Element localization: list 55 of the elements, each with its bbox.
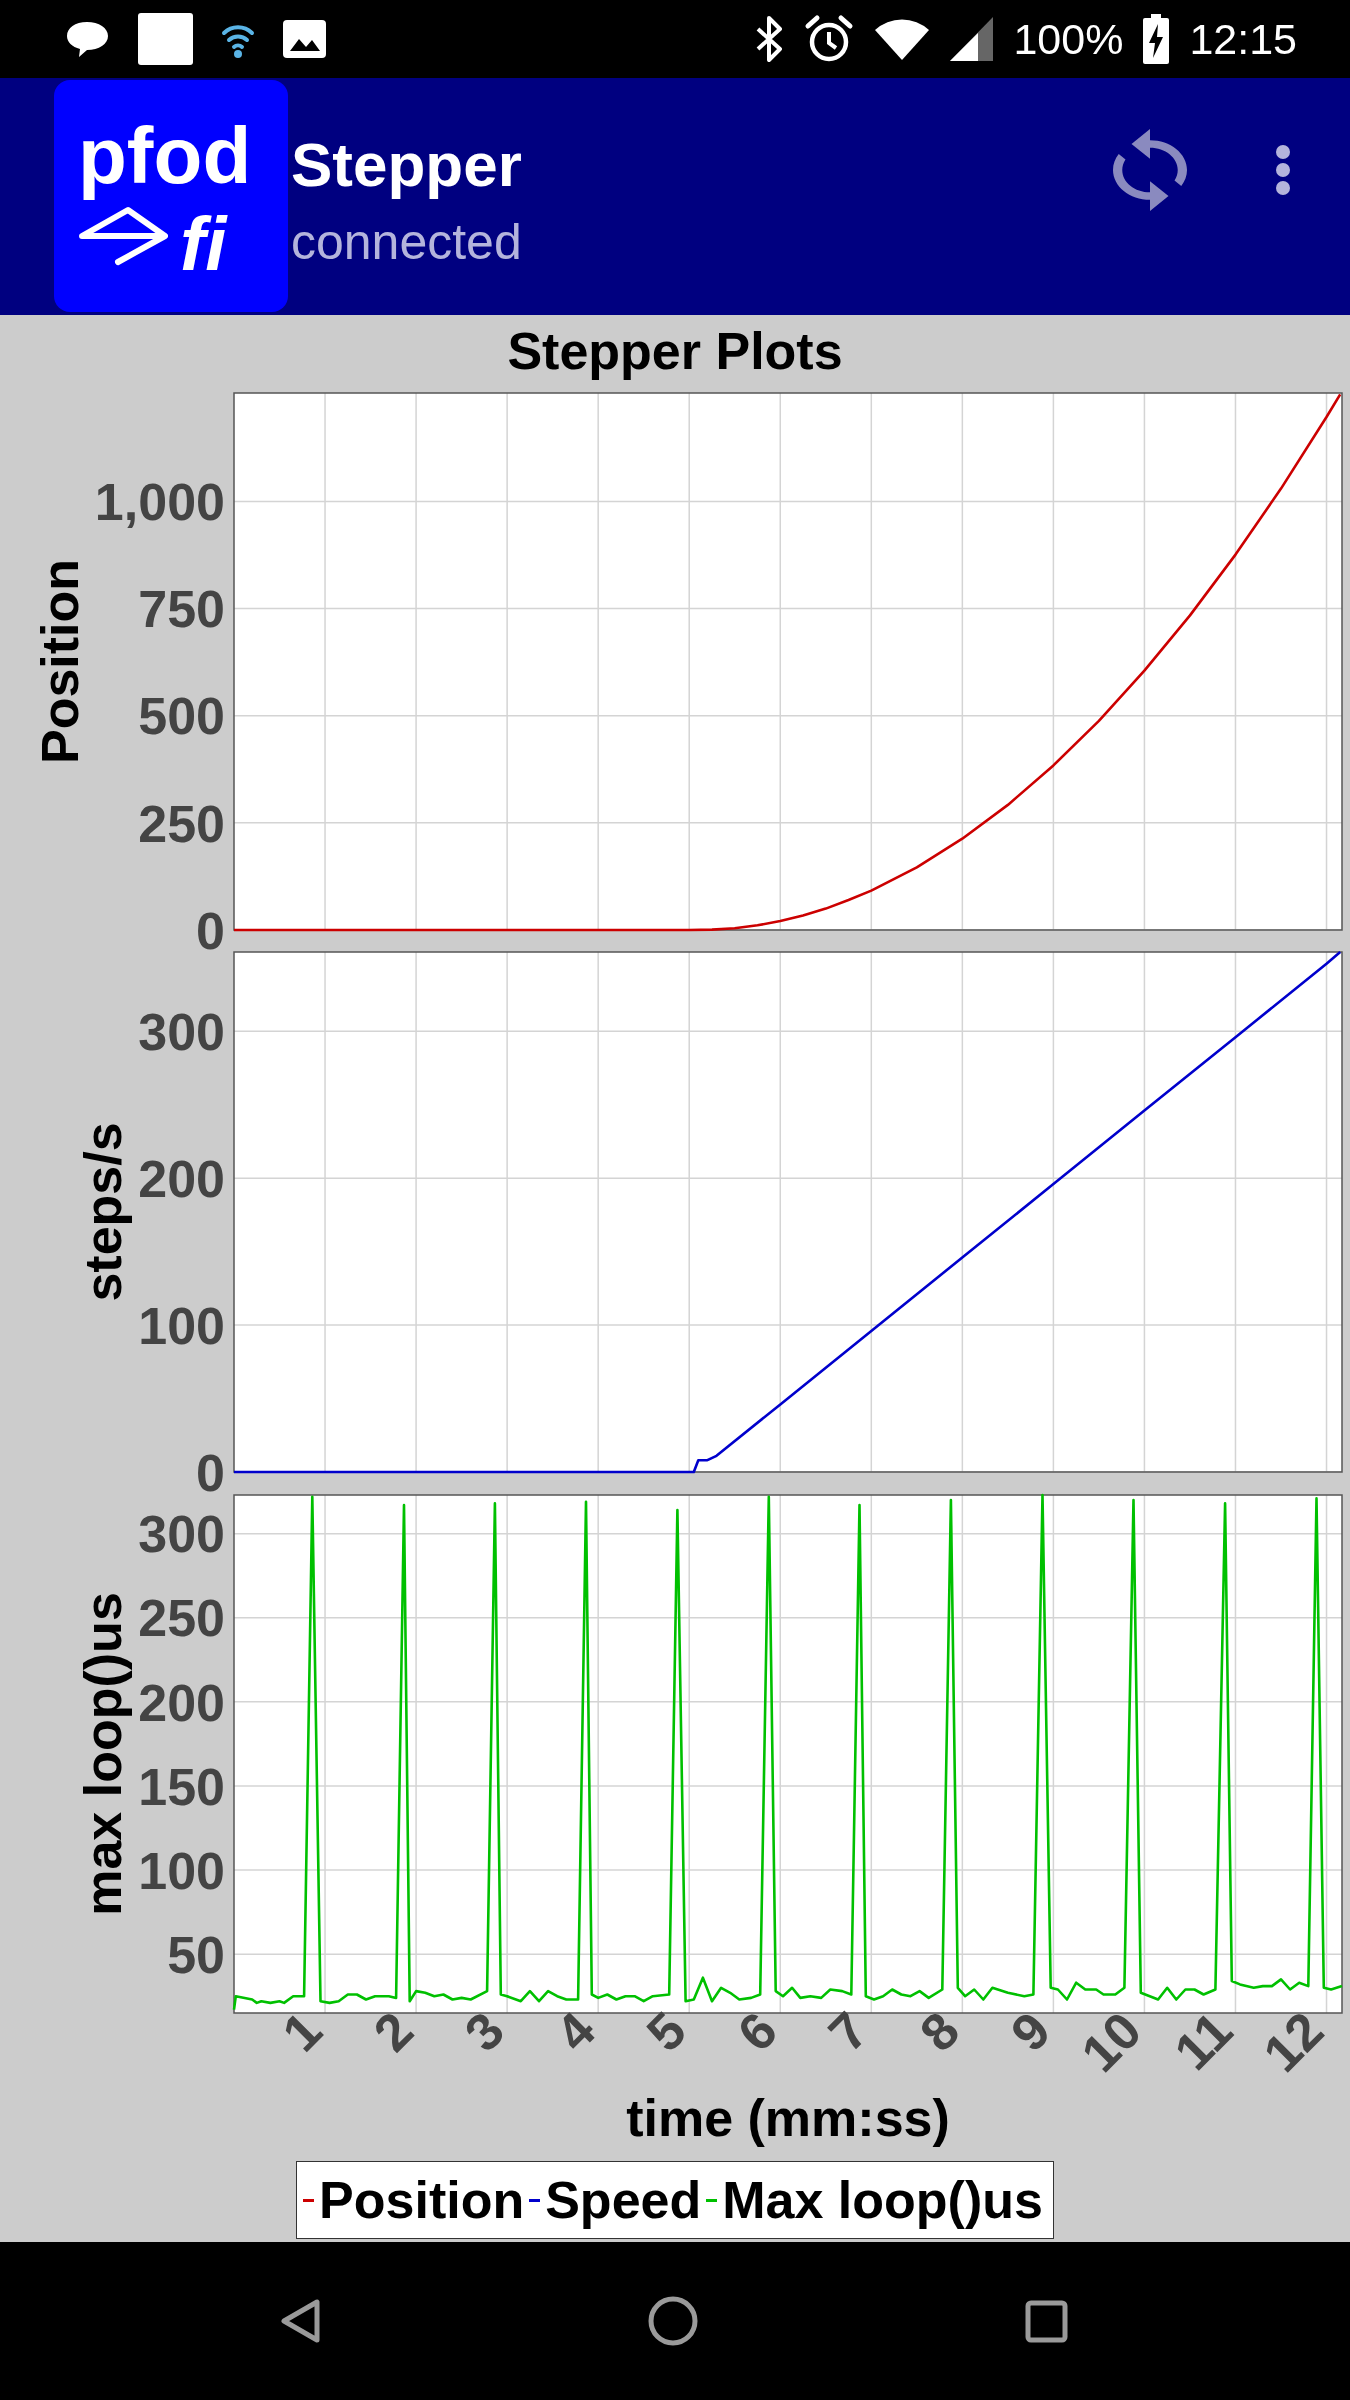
y-tick-label: 250 [138, 1589, 225, 1648]
x-tick-label: 11 [1163, 2000, 1244, 2081]
connection-status: connected [291, 213, 522, 272]
y-axis-title: Position [30, 558, 89, 765]
battery-percent: 100% [1013, 14, 1124, 64]
x-tick-label: 10 [1070, 2000, 1153, 2083]
logo-text: pfod [78, 111, 252, 201]
arrow-icon [78, 206, 168, 266]
chat-bubble-icon [65, 20, 110, 58]
y-tick-label: 0 [196, 901, 225, 960]
x-tick-label: 5 [635, 2000, 697, 2063]
battery-charging-icon [1143, 14, 1170, 64]
x-tick-label: 2 [362, 2000, 424, 2063]
y-tick-label: 100 [138, 1841, 225, 1900]
image-icon [283, 20, 326, 58]
legend-label: Max loop()us [722, 2170, 1043, 2230]
y-tick-label: 50 [167, 1925, 225, 1984]
y-tick-label: 750 [138, 580, 225, 639]
x-tick-label: 8 [908, 2000, 971, 2063]
home-icon[interactable] [648, 2296, 698, 2346]
cell-signal-icon [950, 17, 994, 61]
logo-text: fi [180, 201, 229, 287]
y-tick-label: 0 [196, 1443, 225, 1502]
legend-label: Position [319, 2170, 525, 2230]
legend-label: Speed [545, 2170, 702, 2230]
more-menu-icon[interactable] [1275, 144, 1291, 196]
panel-title: Stepper Plots [507, 321, 843, 381]
x-tick-label: 1 [271, 2000, 333, 2063]
app-title: Stepper [291, 130, 522, 200]
y-tick-label: 1,000 [94, 473, 225, 532]
y-axis-title: max loop()us [74, 1592, 132, 1916]
wifi-signal-icon [874, 18, 931, 60]
x-tick-label: 7 [817, 2000, 880, 2063]
back-icon[interactable] [280, 2298, 321, 2344]
y-axis-title: steps/s [74, 1122, 132, 1302]
y-tick-label: 200 [138, 1673, 225, 1732]
alarm-clock-icon [804, 14, 855, 64]
bluetooth-icon [754, 15, 785, 63]
x-axis-title: time (mm:ss) [626, 2088, 950, 2148]
x-tick-label: 4 [544, 2000, 606, 2063]
square-icon [138, 13, 193, 65]
y-tick-label: 200 [138, 1149, 225, 1208]
x-tick-label: 3 [453, 2000, 515, 2063]
x-tick-label: 6 [726, 2000, 789, 2063]
x-tick-label: 12 [1252, 2000, 1335, 2083]
clock-time: 12:15 [1189, 14, 1297, 64]
y-tick-label: 100 [138, 1296, 225, 1355]
y-tick-label: 250 [138, 794, 225, 853]
y-tick-label: 300 [138, 1505, 225, 1564]
recents-icon[interactable] [1025, 2299, 1068, 2343]
y-tick-label: 500 [138, 687, 225, 746]
x-tick-label: 9 [999, 2000, 1062, 2063]
y-tick-label: 300 [138, 1003, 225, 1062]
y-tick-label: 150 [138, 1757, 225, 1816]
refresh-icon[interactable] [1113, 129, 1187, 211]
